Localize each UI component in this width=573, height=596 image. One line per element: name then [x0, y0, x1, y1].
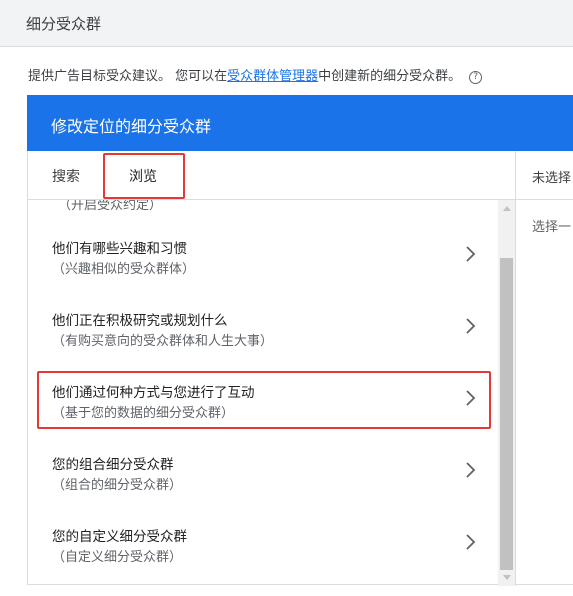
- chevron-right-icon: [466, 246, 476, 262]
- category-item-subtitle: （组合的细分受众群）: [52, 478, 183, 493]
- category-item-custom[interactable]: 您的自定义细分受众群 （自定义细分受众群）: [28, 525, 498, 586]
- category-item-title: 他们通过何种方式与您进行了互动: [52, 385, 255, 401]
- dialog-title: 修改定位的细分受众群: [51, 117, 212, 136]
- scroll-down-arrow-icon[interactable]: [503, 575, 511, 580]
- category-item-subtitle: （兴趣相似的受众群体）: [52, 262, 196, 277]
- chevron-right-icon: [466, 462, 476, 478]
- category-item-title: 您的自定义细分受众群: [52, 529, 187, 545]
- category-item-combined[interactable]: 您的组合细分受众群 （组合的细分受众群）: [28, 453, 498, 525]
- tab-bar: 搜索 浏览: [28, 151, 516, 200]
- chevron-right-icon: [466, 534, 476, 550]
- dialog-header: 修改定位的细分受众群: [27, 95, 573, 151]
- intro-text: 提供广告目标受众建议。 您可以在受众群体管理器中创建新的细分受众群。?: [28, 65, 483, 84]
- audience-manager-link[interactable]: 受众群体管理器: [227, 69, 318, 84]
- category-item-your-data[interactable]: 他们通过何种方式与您进行了互动 （基于您的数据的细分受众群）: [28, 381, 498, 453]
- intro-text-after: 中创建新的细分受众群。: [318, 69, 462, 84]
- category-item-interests[interactable]: 他们有哪些兴趣和习惯 （兴趣相似的受众群体）: [28, 237, 498, 309]
- pane-divider: [515, 151, 516, 586]
- category-item-in-market[interactable]: 他们正在积极研究或规划什么 （有购买意向的受众群体和人生大事）: [28, 309, 498, 381]
- scroll-up-arrow-icon[interactable]: [503, 206, 511, 211]
- chevron-right-icon: [466, 390, 476, 406]
- page-title: 细分受众群: [26, 15, 102, 33]
- help-icon[interactable]: ?: [469, 71, 483, 84]
- selected-pane-title: 未选择: [532, 171, 572, 186]
- page-header: 细分受众群: [0, 0, 573, 47]
- selected-pane-hint: 选择一: [532, 220, 572, 235]
- category-item-title: 他们正在积极研究或规划什么: [52, 313, 228, 329]
- category-item-subtitle: （基于您的数据的细分受众群）: [52, 406, 235, 421]
- partial-list-item-text: （开启受众约定）: [58, 200, 163, 213]
- chevron-right-icon: [466, 318, 476, 334]
- tab-browse-highlight-box: [103, 153, 185, 199]
- category-item-title: 他们有哪些兴趣和习惯: [52, 241, 187, 257]
- edit-segments-dialog: 修改定位的细分受众群 搜索 浏览 未选择 选择一 （开启受众约定） 他们有哪些兴…: [27, 95, 573, 586]
- intro-text-before: 提供广告目标受众建议。 您可以在: [28, 69, 228, 84]
- browse-category-list: （开启受众约定） 他们有哪些兴趣和习惯 （兴趣相似的受众群体） 他们正在积极研究…: [28, 200, 498, 586]
- category-item-subtitle: （自定义细分受众群）: [52, 550, 183, 565]
- category-item-subtitle: （有购买意向的受众群体和人生大事）: [52, 334, 274, 349]
- category-item-title: 您的组合细分受众群: [52, 457, 174, 473]
- tab-search[interactable]: 搜索: [52, 166, 80, 186]
- list-scrollbar[interactable]: [498, 200, 515, 586]
- scrollbar-thumb[interactable]: [500, 258, 513, 570]
- selected-pane-header: 未选择: [516, 151, 573, 200]
